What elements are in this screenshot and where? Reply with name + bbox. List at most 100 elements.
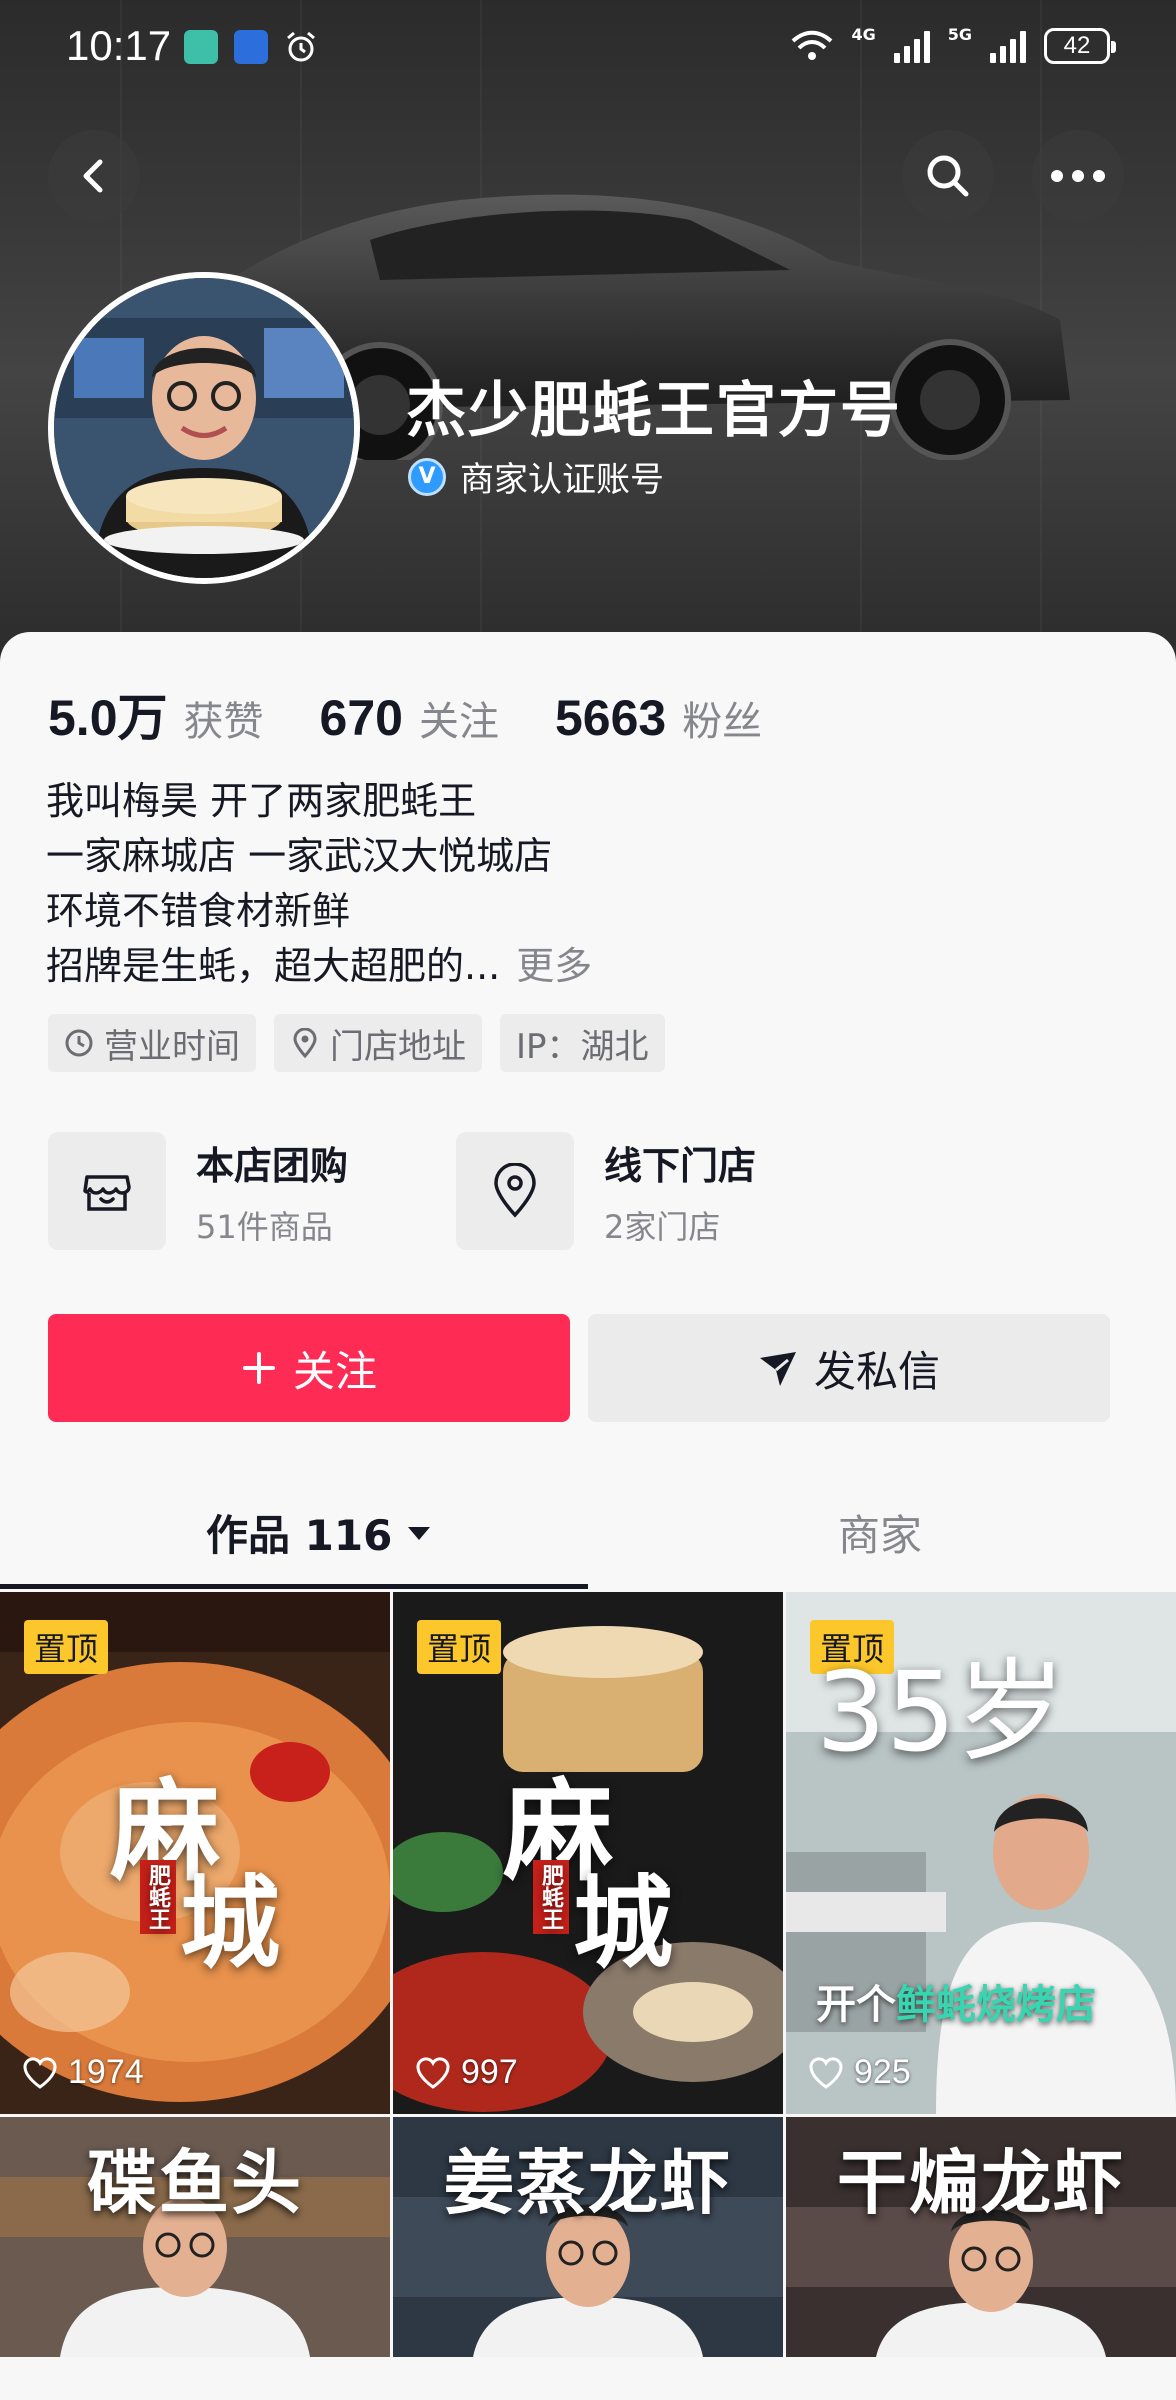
storefront-icon [83,1175,131,1211]
wifi-icon [792,30,833,60]
followers-label[interactable]: 粉丝 [682,689,762,747]
tag-label: 营业时间 [104,1026,240,1067]
video-thumbnail[interactable]: 碟鱼头 [0,2117,390,2357]
tag-ip-location: IP：湖北 [500,1014,665,1072]
alarm-icon [287,31,315,62]
heart-icon [23,2056,57,2089]
network-label-5g: 5G [947,24,972,44]
follow-label: 关注 [292,1346,377,1396]
bio-line: 招牌是生蚝，超大超肥的... 更多 [46,939,592,994]
location-pin-icon [494,1163,536,1218]
search-icon [927,155,969,197]
like-count-value: 1974 [68,2053,144,2091]
heart-icon [809,2056,843,2089]
video-thumbnail[interactable]: 置顶 麻 城 肥蚝王 1974 [0,1592,390,2114]
video-overlay-title: 碟鱼头 [87,2141,303,2224]
more-icon [1051,170,1105,182]
follow-button[interactable]: 关注 [48,1314,570,1422]
tag-business-hours[interactable]: 营业时间 [48,1014,256,1072]
video-overlay-title: 城 [573,1864,673,1982]
tag-store-address[interactable]: 门店地址 [274,1014,482,1072]
tag-label: 门店地址 [330,1026,466,1067]
profile-name: 杰少肥蚝王官方号 [406,376,902,446]
group-buy-title: 本店团购 [196,1143,349,1188]
followers-count[interactable]: 5663 [555,689,666,747]
message-button[interactable]: 发私信 [588,1314,1110,1422]
video-overlay-title: 35岁 [816,1648,1066,1776]
video-caption: 开个鲜蚝烧烤店 [816,1972,1096,2030]
active-tab-indicator [0,1584,588,1589]
like-count: 997 [415,2053,518,2092]
likes-label[interactable]: 获赞 [184,689,264,747]
content-tabs: 作品 116 商家 [0,1462,1176,1592]
likes-count[interactable]: 5.0万 [48,678,168,750]
video-grid: 置顶 麻 城 肥蚝王 1974 置顶 麻 城 肥蚝王 997 置顶 35岁 开个… [0,1592,1176,2357]
shop-icon-wrap [456,1132,574,1250]
like-count-value: 997 [461,2053,518,2091]
bio-more-link[interactable]: 更多 [516,944,592,988]
signal-icon [990,29,1026,63]
app-notification-icon [234,30,268,64]
like-count: 925 [808,2053,911,2092]
clock-icon [65,1029,93,1057]
location-pin-icon [293,1028,317,1058]
video-thumbnail[interactable]: 置顶 麻 城 肥蚝王 997 [393,1592,783,2114]
stats-row: 5.0万 获赞 670 关注 5663 粉丝 [48,678,818,750]
caret-down-icon [408,1526,431,1540]
bio: 我叫梅昊 开了两家肥蚝王 一家麻城店 一家武汉大悦城店 环境不错食材新鲜 招牌是… [46,774,592,994]
group-buy-subtitle: 51件商品 [196,1207,333,1246]
video-thumbnail[interactable]: 姜蒸龙虾 [393,2117,783,2357]
video-thumbnail[interactable]: 干煸龙虾 [786,2117,1176,2357]
info-tags: 营业时间 门店地址 IP：湖北 [48,1014,665,1072]
video-overlay-logo: 肥蚝王 [533,1860,569,1934]
back-button[interactable] [48,130,140,222]
more-button[interactable] [1032,130,1124,222]
status-bar: 10:17 4G 5G 42 [0,0,1176,100]
battery-icon: 42 [1044,28,1116,64]
send-icon [759,1352,796,1386]
offline-store-title: 线下门店 [604,1143,757,1188]
tab-merchant-label: 商家 [838,1511,923,1560]
network-label-4g: 4G [851,24,876,44]
tab-works-label: 作品 116 [206,1511,393,1560]
pinned-badge: 置顶 [417,1620,502,1674]
tag-label: IP：湖北 [516,1026,649,1067]
video-overlay-title: 姜蒸龙虾 [444,2141,732,2224]
signal-icon [893,29,930,63]
avatar[interactable] [48,272,360,584]
search-button[interactable] [902,130,994,222]
bio-line: 一家麻城店 一家武汉大悦城店 [46,834,553,878]
offline-store-card[interactable]: 线下门店 2家门店 [456,1132,756,1250]
pinned-badge: 置顶 [24,1620,109,1674]
status-notification-icons [184,30,318,64]
like-count-value: 925 [854,2053,911,2091]
video-overlay-title: 干煸龙虾 [837,2141,1125,2224]
bio-line: 环境不错食材新鲜 [46,889,351,933]
status-right-icons: 4G 5G 42 [791,24,1116,64]
offline-store-subtitle: 2家门店 [604,1207,721,1246]
group-buy-card[interactable]: 本店团购 51件商品 [48,1132,348,1250]
message-label: 发私信 [813,1346,940,1396]
video-overlay-logo: 肥蚝王 [140,1860,176,1934]
verify-label: 商家认证账号 [460,460,664,500]
tab-merchant[interactable]: 商家 [838,1502,922,1563]
following-label[interactable]: 关注 [419,689,499,747]
plus-icon [242,1352,275,1384]
profile-info-panel: 5.0万 获赞 670 关注 5663 粉丝 我叫梅昊 开了两家肥蚝王 一家麻城… [0,632,1176,1592]
bio-line-text: 招牌是生蚝，超大超肥的... [46,944,501,988]
tab-works[interactable]: 作品 116 [206,1502,432,1563]
heart-icon [416,2056,450,2089]
like-count: 1974 [22,2053,144,2092]
verified-badge-icon: V [408,457,446,496]
video-caption-text: 开个 [816,1982,896,2028]
following-count[interactable]: 670 [320,689,403,747]
bio-line: 我叫梅昊 开了两家肥蚝王 [46,779,477,823]
status-time: 10:17 [66,22,172,69]
app-notification-icon [184,30,218,64]
verify-row[interactable]: V 商家认证账号 [408,452,664,501]
video-caption-highlight: 鲜蚝烧烤店 [896,1982,1096,2028]
avatar-image [54,278,354,578]
video-thumbnail[interactable]: 置顶 35岁 开个鲜蚝烧烤店 925 [786,1592,1176,2114]
shop-icon-wrap [48,1132,166,1250]
back-icon [83,159,103,193]
